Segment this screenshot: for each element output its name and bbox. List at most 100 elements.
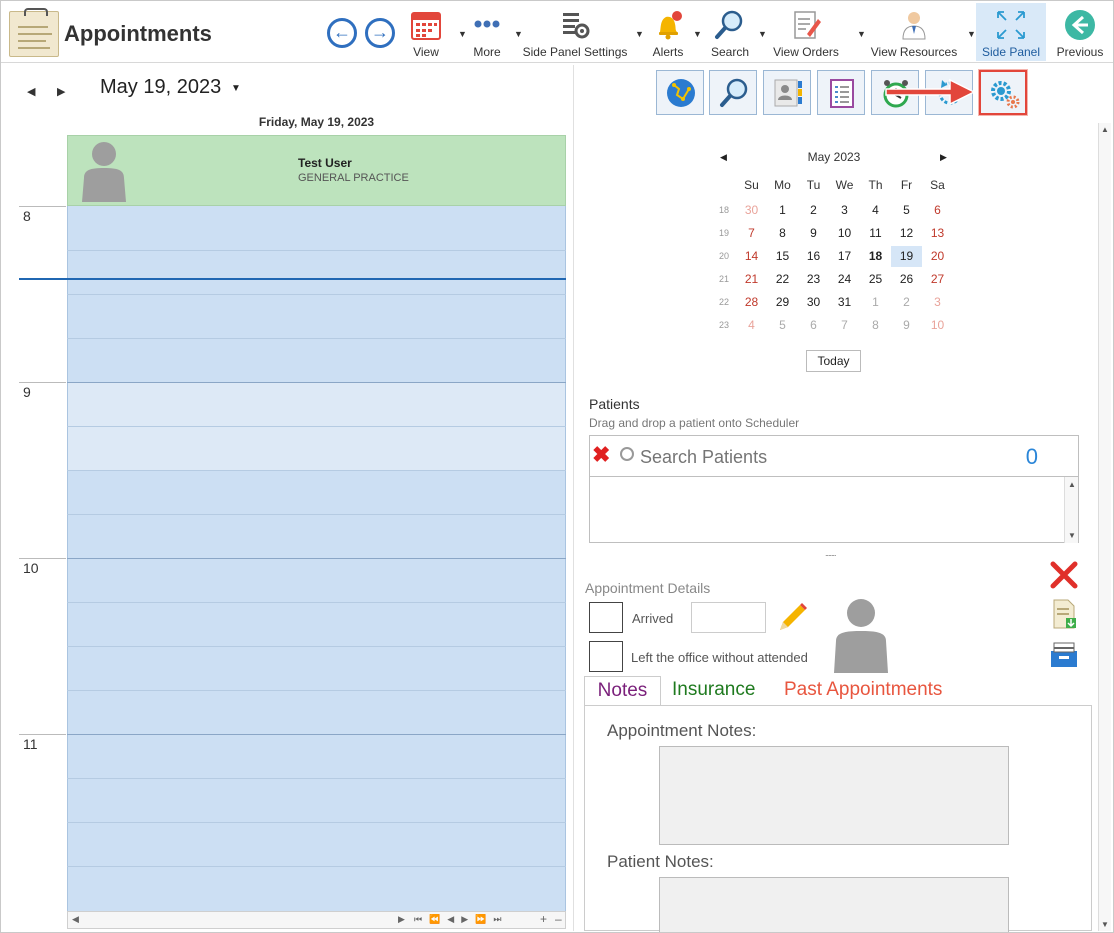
calendar-day[interactable]: 6 <box>798 315 829 336</box>
calendar-day[interactable]: 11 <box>860 223 891 244</box>
current-date[interactable]: May 19, 2023 <box>100 76 221 99</box>
calendar-day[interactable]: 1 <box>860 292 891 313</box>
today-button[interactable]: Today <box>806 350 861 372</box>
calendar-day[interactable]: 13 <box>922 223 953 244</box>
prev-day-icon[interactable]: ◀ <box>27 85 35 98</box>
calendar-day[interactable]: 30 <box>736 200 767 221</box>
panel-search-button[interactable] <box>709 70 757 115</box>
calendar-day[interactable]: 21 <box>736 269 767 290</box>
alerts-button[interactable]: Alerts <box>644 3 692 61</box>
calendar-day[interactable]: 18 <box>860 246 891 267</box>
calendar-day[interactable]: 5 <box>891 200 922 221</box>
calendar-day[interactable]: 10 <box>922 315 953 336</box>
weekday-header: We <box>835 178 854 192</box>
tab-insurance[interactable]: Insurance <box>672 676 755 706</box>
calendar-day[interactable]: 6 <box>922 200 953 221</box>
patient-list[interactable]: ▲ ▼ <box>589 477 1079 543</box>
settings-dropdown-icon[interactable]: ▼ <box>635 29 644 39</box>
calendar-day[interactable]: 4 <box>860 200 891 221</box>
doctor-icon <box>902 12 926 40</box>
scroll-down-icon[interactable]: ▼ <box>1101 920 1109 929</box>
calendar-day[interactable]: 25 <box>860 269 891 290</box>
splitter-grip[interactable]: ....... <box>825 548 836 558</box>
calendar-day[interactable]: 20 <box>922 246 953 267</box>
arrived-time-field[interactable] <box>691 602 766 633</box>
tab-notes[interactable]: Notes <box>584 676 661 706</box>
calendar-day[interactable]: 17 <box>829 246 860 267</box>
archive-icon[interactable] <box>1048 639 1080 671</box>
calendar-day[interactable]: 16 <box>798 246 829 267</box>
calendar-day[interactable]: 27 <box>922 269 953 290</box>
list-scroll-down-icon[interactable]: ▼ <box>1068 531 1076 540</box>
pencil-icon[interactable] <box>776 600 810 634</box>
clear-search-icon[interactable]: ✖ <box>592 442 610 468</box>
previous-button[interactable]: Previous <box>1051 3 1109 61</box>
panel-globe-button[interactable] <box>656 70 704 115</box>
panel-contacts-button[interactable] <box>763 70 811 115</box>
view-resources-button[interactable]: View Resources <box>867 3 961 61</box>
side-panel-settings-button[interactable]: Side Panel Settings <box>521 3 629 61</box>
search-dropdown-icon[interactable]: ▼ <box>758 29 767 39</box>
calendar-day[interactable]: 31 <box>829 292 860 313</box>
list-scroll-up-icon[interactable]: ▲ <box>1068 480 1076 489</box>
patient-list-scrollbar[interactable]: ▲ ▼ <box>1064 477 1078 543</box>
calendar-day[interactable]: 8 <box>767 223 798 244</box>
resource-header[interactable]: Test User GENERAL PRACTICE <box>67 135 566 206</box>
calendar-day[interactable]: 30 <box>798 292 829 313</box>
calendar-day[interactable]: 4 <box>736 315 767 336</box>
patient-search-input[interactable] <box>640 444 1020 470</box>
calendar-day[interactable]: 28 <box>736 292 767 313</box>
scroll-left-icon[interactable]: ◀ <box>72 914 79 925</box>
calendar-day[interactable]: 24 <box>829 269 860 290</box>
tab-past-appointments[interactable]: Past Appointments <box>784 676 942 706</box>
calendar-day[interactable]: 2 <box>798 200 829 221</box>
arrived-checkbox[interactable] <box>589 602 623 633</box>
left-office-checkbox[interactable] <box>589 641 623 672</box>
zoom-in-icon[interactable]: + <box>540 912 547 926</box>
date-dropdown-icon[interactable]: ▼ <box>231 83 241 94</box>
calendar-day[interactable]: 3 <box>922 292 953 313</box>
panel-checklist-button[interactable] <box>817 70 865 115</box>
delete-icon[interactable] <box>1048 559 1080 591</box>
panel-settings-button[interactable] <box>979 70 1027 115</box>
calendar-day[interactable]: 1 <box>767 200 798 221</box>
calendar-day[interactable]: 10 <box>829 223 860 244</box>
view-orders-button[interactable]: View Orders <box>767 3 845 61</box>
next-day-icon[interactable]: ▶ <box>57 85 65 98</box>
zoom-out-icon[interactable]: – <box>555 912 562 926</box>
calendar-day[interactable]: 22 <box>767 269 798 290</box>
calendar-day[interactable]: 5 <box>767 315 798 336</box>
scroll-right-icon[interactable]: ▶ <box>398 914 405 925</box>
forward-arrow-icon[interactable]: → <box>365 18 395 48</box>
calendar-day[interactable]: 12 <box>891 223 922 244</box>
scroll-up-icon[interactable]: ▲ <box>1101 125 1109 134</box>
calendar-day[interactable]: 7 <box>736 223 767 244</box>
calendar-day[interactable]: 15 <box>767 246 798 267</box>
side-panel-scrollbar[interactable]: ▲ ▼ <box>1098 123 1111 931</box>
calendar-day[interactable]: 9 <box>798 223 829 244</box>
patient-notes-field[interactable] <box>659 877 1009 932</box>
appointment-notes-field[interactable] <box>659 746 1009 845</box>
calendar-day[interactable]: 23 <box>798 269 829 290</box>
calendar-day[interactable]: 19 <box>891 246 922 267</box>
document-download-icon[interactable] <box>1048 598 1080 630</box>
view-button[interactable]: View <box>402 3 450 61</box>
calendar-day[interactable]: 14 <box>736 246 767 267</box>
horizontal-scrollbar[interactable]: ◀ ▶ ⏮⏪◀▶⏩⏭ + – <box>67 911 566 929</box>
alerts-dropdown-icon[interactable]: ▼ <box>693 29 702 39</box>
resources-dropdown-icon[interactable]: ▼ <box>967 29 976 39</box>
back-arrow-icon[interactable]: ← <box>327 18 357 48</box>
calendar-day[interactable]: 8 <box>860 315 891 336</box>
navigation-arrows-icon[interactable]: ⏮⏪◀▶⏩⏭ <box>414 914 508 925</box>
calendar-day[interactable]: 3 <box>829 200 860 221</box>
side-panel-button[interactable]: Side Panel <box>976 3 1046 61</box>
calendar-day[interactable]: 26 <box>891 269 922 290</box>
calendar-day[interactable]: 29 <box>767 292 798 313</box>
calendar-day[interactable]: 7 <box>829 315 860 336</box>
mini-next-month-icon[interactable]: ▶ <box>940 152 947 163</box>
orders-dropdown-icon[interactable]: ▼ <box>857 29 866 39</box>
more-button[interactable]: More <box>464 3 510 61</box>
calendar-day[interactable]: 9 <box>891 315 922 336</box>
calendar-day[interactable]: 2 <box>891 292 922 313</box>
search-button[interactable]: Search <box>706 3 754 61</box>
